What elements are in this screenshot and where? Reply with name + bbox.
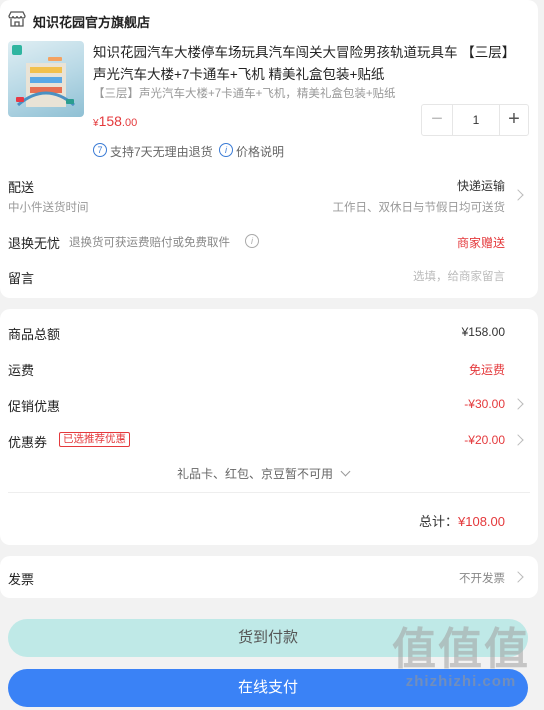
unavailable-text: 礼品卡、红包、京豆暂不可用 xyxy=(177,467,334,481)
store-icon xyxy=(8,11,26,27)
total-label: 总计： xyxy=(418,514,458,529)
delivery-sub: 中小件送货时间 xyxy=(8,202,89,214)
product-title[interactable]: 知识花园汽车大楼停车场玩具汽车闯关大冒险男孩轨道玩具车 【三层】声光汽车大楼+7… xyxy=(93,42,511,86)
invoice-row[interactable]: 发票 不开发票 xyxy=(0,556,538,598)
invoice-value[interactable]: 不开发票 xyxy=(459,570,505,586)
order-item-card: 知识花园官方旗舰店 知识花园汽车大楼停车场玩具汽车闯关大冒险男孩轨道玩具车 【三… xyxy=(0,0,538,298)
product-thumbnail[interactable] xyxy=(8,41,84,117)
goods-total-label: 商品总额 xyxy=(8,327,61,342)
returns-value[interactable]: 商家赠送 xyxy=(457,234,505,251)
total-value: ¥108.00 xyxy=(458,514,505,529)
coupon-label: 优惠券 xyxy=(8,435,48,450)
returns-label: 退换无忧 xyxy=(8,236,61,251)
divider xyxy=(8,492,530,493)
promo-value[interactable]: -¥30.00 xyxy=(464,397,505,411)
returns-desc: 退换货可获运费赔付或免费取件 xyxy=(69,237,230,249)
message-label: 留言 xyxy=(8,271,35,286)
shipping-label: 运费 xyxy=(8,363,35,378)
store-name[interactable]: 知识花园官方旗舰店 xyxy=(33,12,150,31)
delivery-label: 配送 xyxy=(8,180,35,195)
chevron-down-icon xyxy=(340,466,351,477)
returns-info-icon[interactable]: i xyxy=(245,234,259,248)
watermark: 值值值 zhizhizhi.com xyxy=(392,625,530,691)
delivery-method[interactable]: 快递运输 xyxy=(457,177,505,194)
price-note-link[interactable]: 价格说明 xyxy=(236,143,284,160)
quantity-value[interactable]: 1 xyxy=(452,105,500,135)
order-total: 总计：¥108.00 xyxy=(419,511,505,530)
info-icon[interactable]: i xyxy=(219,143,233,157)
decrease-quantity-button[interactable]: − xyxy=(422,105,452,135)
chevron-right-icon[interactable] xyxy=(512,434,524,446)
watermark-logo: 值值值 xyxy=(392,625,530,674)
unavailable-payment-toggle[interactable]: 礼品卡、红包、京豆暂不可用 xyxy=(177,465,351,482)
price-decimal: .00 xyxy=(121,117,138,129)
product-image xyxy=(12,45,75,107)
quantity-stepper: − 1 + xyxy=(421,104,529,136)
seven-day-return-icon: 7 xyxy=(93,143,107,157)
message-input[interactable]: 选填，给商家留言 xyxy=(413,268,505,284)
invoice-label: 发票 xyxy=(8,572,35,587)
promo-label: 促销优惠 xyxy=(8,399,61,414)
price-summary-card: 商品总额 ¥158.00 运费 免运费 促销优惠 -¥30.00 优惠券 已选推… xyxy=(0,309,538,545)
chevron-right-icon[interactable] xyxy=(512,398,524,410)
watermark-url: zhizhizhi.com xyxy=(405,673,517,690)
coupon-value[interactable]: -¥20.00 xyxy=(464,433,505,447)
return-policy-text[interactable]: 支持7天无理由退货 xyxy=(110,143,213,160)
product-price: ¥158.00 xyxy=(93,113,137,129)
goods-total-value: ¥158.00 xyxy=(461,325,505,339)
increase-quantity-button[interactable]: + xyxy=(500,105,528,135)
chevron-right-icon[interactable] xyxy=(512,189,524,201)
price-integer: 158 xyxy=(98,113,122,129)
chevron-right-icon[interactable] xyxy=(512,571,524,583)
coupon-tag: 已选推荐优惠 xyxy=(59,432,130,447)
shipping-value: 免运费 xyxy=(468,363,505,377)
delivery-time[interactable]: 工作日、双休日与节假日均可送货 xyxy=(333,199,506,215)
product-sku[interactable]: 【三层】声光汽车大楼+7卡通车+飞机，精美礼盒包装+贴纸 xyxy=(93,85,396,101)
